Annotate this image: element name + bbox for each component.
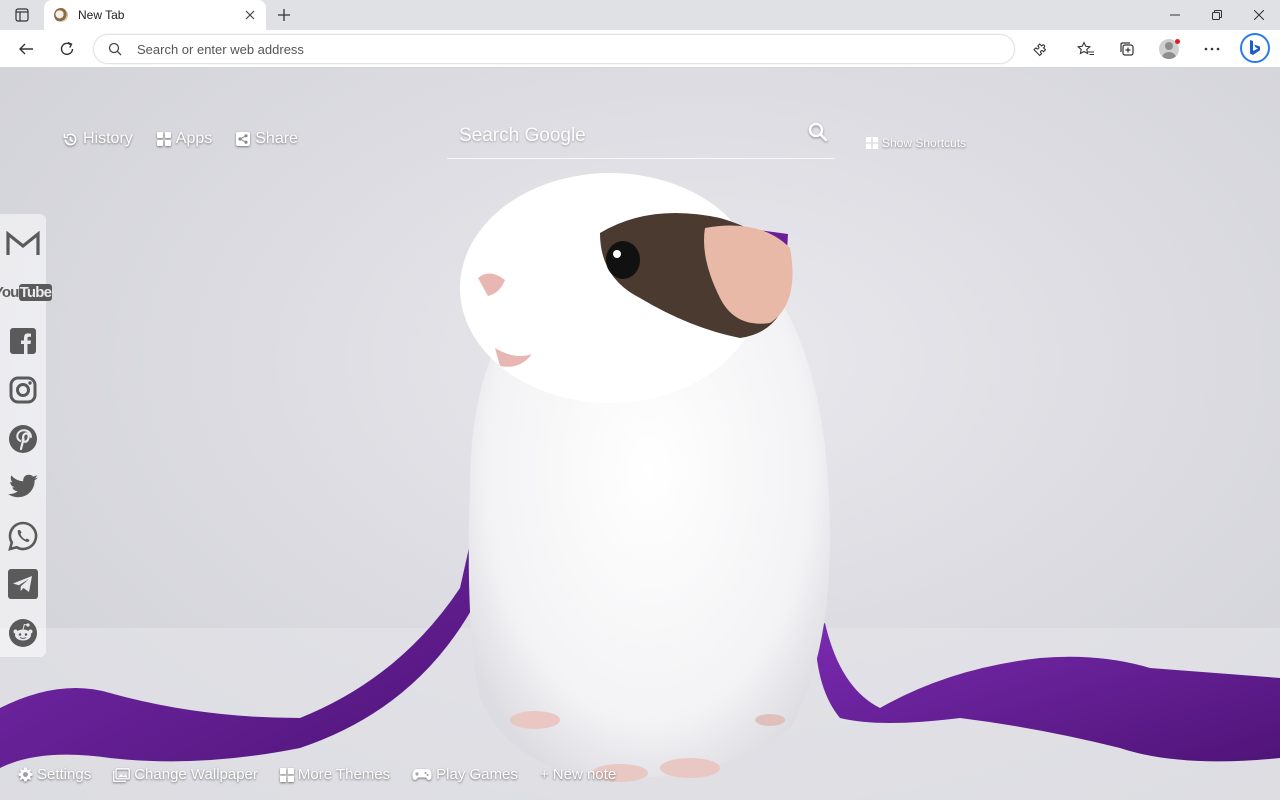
show-shortcuts-label: Show Shortcuts: [882, 136, 967, 150]
restore-button[interactable]: [1196, 0, 1238, 30]
more-themes-button[interactable]: More Themes: [279, 766, 391, 783]
social-item-gmail[interactable]: [0, 220, 46, 269]
tab-title: New Tab: [78, 8, 125, 22]
gamepad-icon: [412, 769, 432, 780]
new-tab-page: History Apps Share Search Google Show Sh…: [0, 68, 1280, 800]
gear-icon: [18, 767, 33, 782]
tab-close-button[interactable]: [238, 3, 262, 27]
notification-dot: [1175, 39, 1180, 44]
search-icon: [108, 42, 122, 56]
show-shortcuts-button[interactable]: Show Shortcuts: [866, 136, 966, 150]
social-item-reddit[interactable]: [0, 609, 46, 658]
telegram-icon: [8, 569, 38, 600]
bing-chat-button[interactable]: [1240, 33, 1270, 63]
play-games-label: Play Games: [436, 766, 518, 783]
social-item-youtube[interactable]: YouTube: [0, 269, 53, 318]
share-icon: [236, 132, 251, 146]
share-link[interactable]: Share: [236, 130, 298, 148]
twitter-icon: [8, 474, 38, 498]
google-search-input[interactable]: [457, 120, 791, 152]
wallpaper-icon: [113, 767, 131, 782]
tab-actions-icon: [15, 8, 29, 22]
top-nav: History Apps Share: [63, 130, 298, 148]
collections-icon: [1120, 42, 1134, 56]
bottom-bar: Settings Change Wallpaper More Themes Pl…: [18, 766, 616, 783]
youtube-logo-tube: Tube: [18, 284, 53, 302]
refresh-button[interactable]: [52, 34, 82, 64]
share-label: Share: [255, 130, 298, 147]
tab-strip: New Tab: [0, 0, 1280, 30]
facebook-icon: [10, 328, 36, 355]
history-link[interactable]: History: [63, 130, 133, 148]
profile-button[interactable]: [1154, 34, 1184, 64]
ellipsis-icon: [1204, 47, 1220, 51]
tab-new-tab[interactable]: New Tab: [44, 0, 266, 30]
apps-grid-icon: [156, 132, 171, 146]
extensions-button[interactable]: [1026, 34, 1056, 64]
social-item-pinterest[interactable]: [0, 414, 46, 463]
back-button[interactable]: [11, 34, 41, 64]
plus-icon: [278, 9, 290, 21]
youtube-logo-you: You: [0, 284, 19, 302]
google-search-box: [447, 116, 834, 159]
pinterest-icon: [9, 424, 37, 453]
star-list-icon: [1077, 41, 1094, 56]
instagram-icon: [9, 376, 37, 404]
bing-icon: [1250, 40, 1260, 55]
history-icon: [63, 132, 77, 145]
reddit-icon: [9, 618, 37, 647]
apps-link[interactable]: Apps: [156, 130, 213, 148]
change-wallpaper-label: Change Wallpaper: [134, 766, 258, 783]
refresh-icon: [60, 41, 74, 55]
social-item-telegram[interactable]: [0, 560, 46, 609]
gmail-icon: [6, 231, 40, 256]
social-item-instagram[interactable]: [0, 366, 46, 415]
windows-grid-icon: [866, 137, 878, 149]
close-window-icon: [1254, 10, 1264, 20]
new-tab-button[interactable]: [268, 0, 300, 30]
favorites-button[interactable]: [1071, 34, 1101, 64]
apps-label: Apps: [175, 130, 213, 147]
social-item-facebook[interactable]: [0, 317, 46, 366]
search-icon: [808, 122, 828, 142]
themes-grid-icon: [279, 767, 294, 782]
minimize-button[interactable]: [1154, 0, 1196, 30]
more-menu-button[interactable]: [1197, 34, 1227, 64]
search-submit-button[interactable]: [808, 122, 828, 147]
tab-favicon-icon: [54, 8, 68, 22]
back-arrow-icon: [19, 43, 33, 55]
tab-actions-button[interactable]: [0, 0, 44, 30]
new-note-button[interactable]: + New note: [540, 766, 616, 783]
settings-button[interactable]: Settings: [18, 766, 91, 783]
new-note-label: + New note: [539, 766, 617, 783]
social-item-twitter[interactable]: [0, 463, 46, 512]
social-sidebar: YouTube: [0, 214, 53, 658]
social-item-whatsapp[interactable]: [0, 511, 46, 560]
restore-icon: [1212, 10, 1222, 20]
close-icon: [245, 10, 255, 20]
address-bar[interactable]: [93, 34, 1015, 64]
whatsapp-icon: [8, 521, 38, 551]
browser-toolbar: [0, 30, 1280, 68]
address-input[interactable]: [137, 35, 997, 63]
window-controls: [1154, 0, 1280, 30]
history-label: History: [83, 130, 133, 147]
settings-label: Settings: [37, 766, 92, 783]
change-wallpaper-button[interactable]: Change Wallpaper: [113, 766, 258, 783]
collections-button[interactable]: [1112, 34, 1142, 64]
puzzle-icon: [1033, 43, 1047, 57]
wallpaper-image: [0, 173, 1280, 800]
minimize-icon: [1170, 14, 1180, 16]
close-window-button[interactable]: [1238, 0, 1280, 30]
play-games-button[interactable]: Play Games: [412, 766, 518, 783]
youtube-icon: YouTube: [0, 284, 53, 302]
more-themes-label: More Themes: [297, 766, 391, 783]
